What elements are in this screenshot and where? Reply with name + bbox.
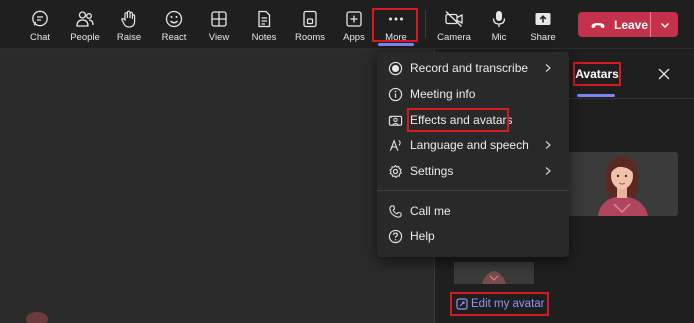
react-smiley-icon <box>165 10 183 28</box>
avatars-tab[interactable]: Avatars <box>573 62 621 86</box>
hang-up-phone-icon <box>591 22 605 28</box>
react-button[interactable]: React <box>158 0 190 48</box>
menu-item-record-and-transcribe[interactable]: Record and transcribe <box>377 56 569 80</box>
menu-item-settings[interactable]: Settings <box>377 159 569 183</box>
avatar-option-card[interactable] <box>568 152 678 216</box>
notes-button[interactable]: Notes <box>249 0 279 48</box>
menu-item-label: Call me <box>410 204 451 218</box>
leave-main-button[interactable]: Leave <box>578 12 650 37</box>
rooms-icon <box>303 10 317 28</box>
edit-my-avatar-link[interactable]: Edit my avatar <box>450 292 549 316</box>
apps-plus-icon <box>346 11 362 27</box>
settings-gear-icon <box>387 163 403 179</box>
chevron-down-icon <box>660 22 669 28</box>
menu-item-label: Help <box>410 229 435 243</box>
menu-item-call-me[interactable]: Call me <box>377 199 569 223</box>
mic-icon <box>492 11 506 27</box>
view-button[interactable]: View <box>204 0 234 48</box>
effects-icon <box>387 112 403 128</box>
chat-icon <box>32 10 48 27</box>
teams-meeting-window: Avatars Edit my avatar Chat People Raise… <box>0 0 694 323</box>
camera-off-icon <box>445 10 463 28</box>
notes-icon <box>258 10 271 28</box>
toolbar-divider <box>425 10 426 38</box>
share-button[interactable]: Share <box>528 0 558 48</box>
camera-label: Camera <box>437 32 471 43</box>
record-icon <box>387 60 403 76</box>
meeting-toolbar: Chat People Raise React View Notes Rooms… <box>0 0 694 49</box>
raise-label: Raise <box>116 32 142 43</box>
avatars-tab-indicator <box>577 94 615 97</box>
chevron-right-icon <box>545 141 551 149</box>
mic-button[interactable]: Mic <box>485 0 513 48</box>
phone-icon <box>387 203 403 219</box>
help-icon <box>387 228 403 244</box>
people-icon <box>76 11 94 27</box>
leave-label: Leave <box>614 17 649 32</box>
meeting-stage <box>0 49 434 323</box>
apps-button[interactable]: Apps <box>340 0 368 48</box>
rooms-button[interactable]: Rooms <box>293 0 327 48</box>
share-icon <box>535 13 551 25</box>
edit-avatar-icon <box>456 298 468 310</box>
menu-item-label: Settings <box>410 164 454 178</box>
menu-item-help[interactable]: Help <box>377 224 569 248</box>
info-icon <box>387 86 403 102</box>
camera-button[interactable]: Camera <box>437 0 471 48</box>
people-label: People <box>70 32 100 43</box>
menu-item-label: Record and transcribe <box>410 61 529 75</box>
mic-label: Mic <box>491 32 507 43</box>
avatar-preview-icon <box>454 262 534 284</box>
menu-item-label: Language and speech <box>410 138 529 152</box>
more-options-menu: Record and transcribe Meeting info Effec… <box>377 52 569 257</box>
view-label: View <box>208 32 230 43</box>
chevron-right-icon <box>545 64 551 72</box>
effects-highlight-box <box>407 108 509 132</box>
leave-options-button[interactable] <box>651 12 678 37</box>
chat-label: Chat <box>29 32 51 43</box>
rooms-label: Rooms <box>294 32 326 43</box>
menu-item-language-and-speech[interactable]: Language and speech <box>377 133 569 157</box>
close-icon[interactable] <box>656 66 672 82</box>
people-button[interactable]: People <box>68 0 102 48</box>
view-grid-icon <box>211 11 227 27</box>
menu-divider <box>377 190 569 191</box>
chat-button[interactable]: Chat <box>24 0 56 48</box>
participant-video-fragment <box>26 312 48 323</box>
edit-my-avatar-label: Edit my avatar <box>471 298 545 310</box>
avatar-preview-fragment <box>454 262 534 284</box>
menu-item-meeting-info[interactable]: Meeting info <box>377 82 569 106</box>
leave-button[interactable]: Leave <box>578 12 678 37</box>
avatar-figure-icon <box>568 152 678 216</box>
menu-item-label: Meeting info <box>410 87 476 101</box>
react-label: React <box>161 32 187 43</box>
raise-hand-icon <box>121 10 136 28</box>
notes-label: Notes <box>251 32 277 43</box>
language-icon <box>387 137 403 153</box>
apps-label: Apps <box>343 32 365 43</box>
share-label: Share <box>530 32 556 43</box>
more-active-indicator <box>378 43 414 46</box>
more-highlight-box <box>372 8 418 42</box>
raise-hand-button[interactable]: Raise <box>114 0 144 48</box>
chevron-right-icon <box>545 167 551 175</box>
